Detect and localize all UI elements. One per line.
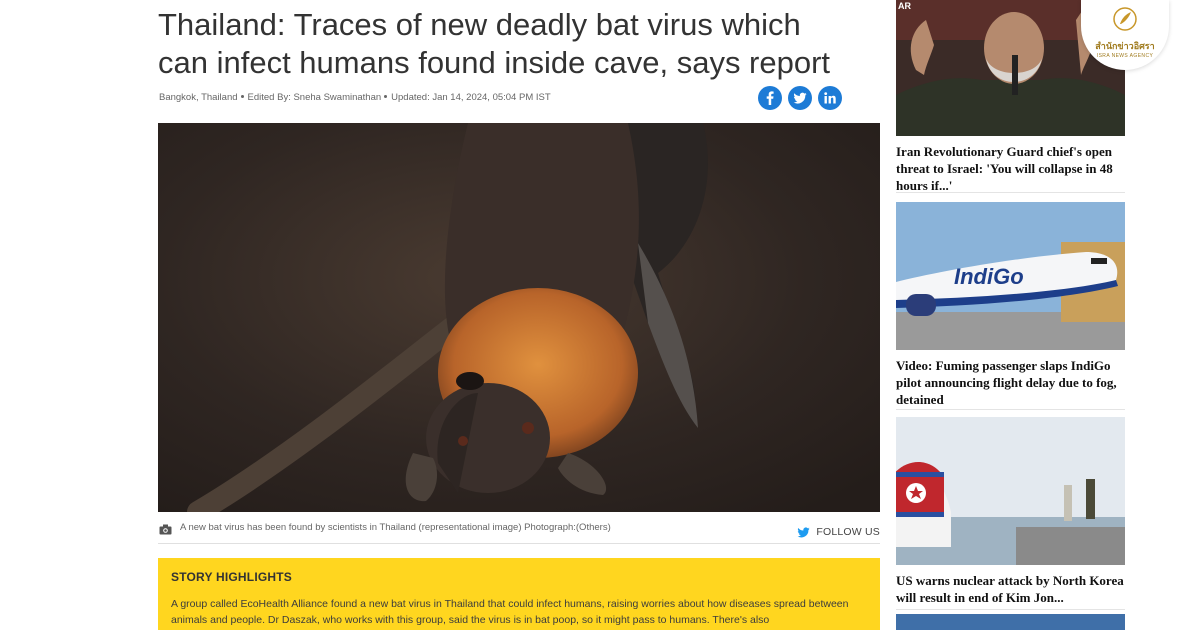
sidebar-story-4[interactable] [896, 614, 1125, 630]
twitter-share-button[interactable] [788, 86, 812, 110]
quill-logo-icon [1113, 7, 1137, 31]
rail-divider [896, 609, 1125, 610]
article-updated: Updated: Jan 14, 2024, 05:04 PM IST [391, 92, 551, 103]
image-caption: A new bat virus has been found by scient… [180, 522, 611, 533]
article-headline: Thailand: Traces of new deadly bat virus… [158, 7, 831, 80]
rail-divider [896, 192, 1125, 193]
article-editor: Edited By: Sneha Swaminathan [247, 92, 382, 103]
logo-english-name: ISRA NEWS AGENCY [1096, 53, 1154, 59]
story-highlights-text: A group called EcoHealth Alliance found … [171, 598, 849, 626]
svg-text:AR: AR [898, 1, 911, 11]
story-thumbnail[interactable] [896, 417, 1125, 565]
twitter-icon [793, 92, 807, 104]
meta-separator [384, 94, 388, 98]
linkedin-share-button[interactable] [818, 86, 842, 110]
article-hero-image [158, 123, 880, 512]
follow-us-button[interactable]: FOLLOW US [797, 526, 880, 538]
story-title[interactable]: US warns nuclear attack by North Korea w… [896, 572, 1125, 606]
story-highlights: STORY HIGHLIGHTS A group called EcoHealt… [158, 558, 880, 630]
story-title[interactable]: Iran Revolutionary Guard chief's open th… [896, 143, 1125, 194]
bat-photo [158, 123, 880, 512]
sidebar-story-3[interactable]: US warns nuclear attack by North Korea w… [896, 417, 1125, 606]
indigo-plane-photo: IndiGo [896, 202, 1125, 350]
twitter-icon [797, 526, 810, 537]
story-title[interactable]: Video: Fuming passenger slaps IndiGo pil… [896, 357, 1125, 408]
camera-icon [159, 524, 172, 535]
story-thumbnail[interactable] [896, 614, 1125, 630]
story-highlights-title: STORY HIGHLIGHTS [171, 570, 292, 584]
follow-us-label: FOLLOW US [816, 526, 880, 538]
facebook-icon [766, 91, 774, 105]
rail-divider [896, 409, 1125, 410]
share-buttons [758, 86, 842, 110]
north-korea-missile-photo [896, 417, 1125, 565]
logo-thai-name: สำนักข่าวอิศรา [1095, 41, 1155, 51]
article-meta: Bangkok, Thailand Edited By: Sneha Swamin… [159, 92, 719, 103]
facebook-share-button[interactable] [758, 86, 782, 110]
story-thumbnail[interactable]: IndiGo [896, 202, 1125, 350]
sidebar-story-2[interactable]: IndiGo Video: Fuming passenger slaps Ind… [896, 202, 1125, 408]
linkedin-icon [824, 92, 836, 104]
svg-text:IndiGo: IndiGo [954, 264, 1024, 289]
image-caption-row: A new bat virus has been found by scient… [158, 516, 880, 544]
meta-separator [240, 94, 244, 98]
article-location: Bangkok, Thailand [159, 92, 238, 103]
